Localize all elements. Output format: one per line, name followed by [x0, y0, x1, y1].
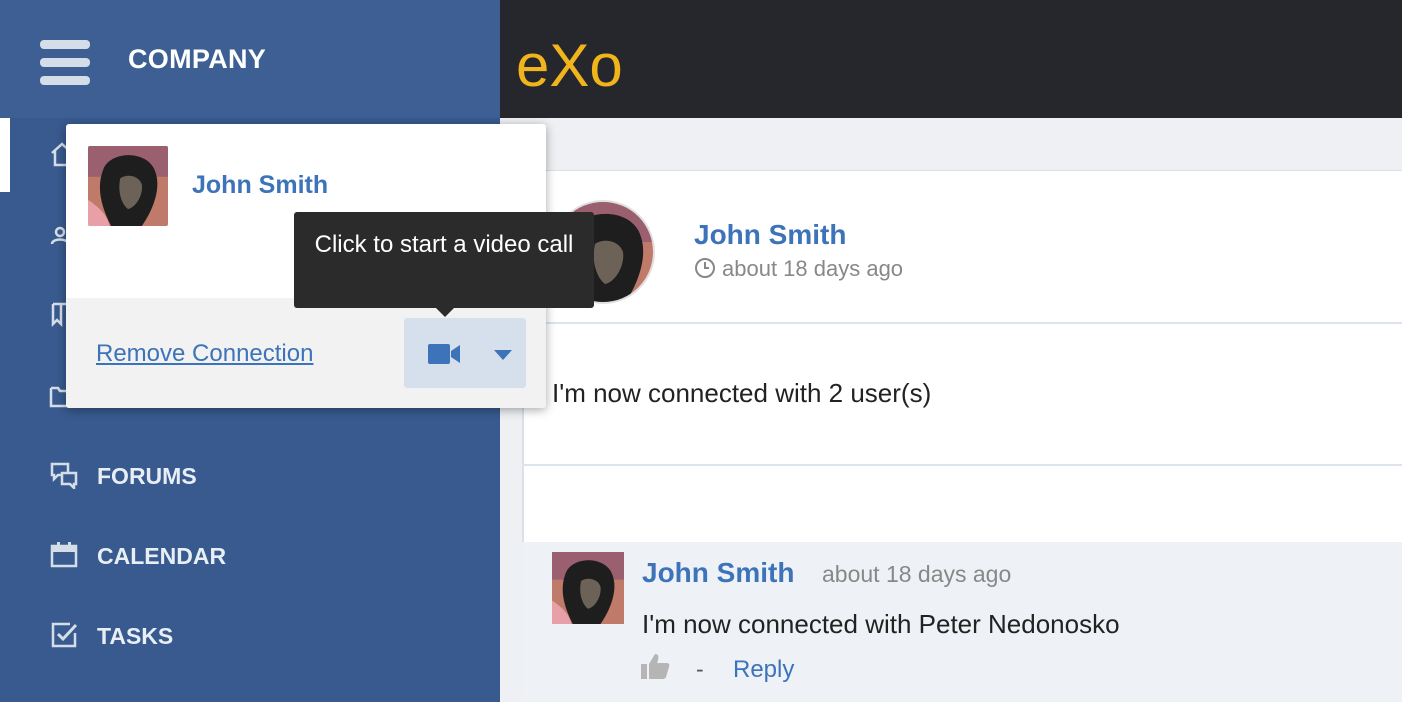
post-timestamp: about 18 days ago: [694, 256, 903, 282]
comment-separator: -: [696, 656, 704, 682]
popup-user-avatar[interactable]: [88, 146, 168, 226]
post-body: I'm now connected with 2 user(s): [552, 378, 932, 408]
sidebar-item-calendar[interactable]: CALENDAR: [0, 526, 500, 586]
logo-text: eXo: [516, 32, 623, 94]
forums-icon: [50, 462, 78, 489]
hamburger-menu-icon[interactable]: [40, 40, 90, 86]
company-title: COMPANY: [128, 44, 267, 74]
comment-author-avatar[interactable]: [552, 552, 624, 624]
comment-text: I'm now connected with Peter Nedonosko: [642, 609, 1120, 639]
comment-timestamp: about 18 days ago: [822, 561, 1012, 587]
reply-link[interactable]: Reply: [733, 656, 794, 684]
clock-icon: [695, 258, 715, 278]
post-time-text: about 18 days ago: [722, 256, 904, 281]
sidebar-item-tasks[interactable]: TASKS: [0, 606, 500, 666]
tooltip-arrow: [435, 307, 455, 317]
comment-author-name[interactable]: John Smith: [642, 557, 794, 589]
sidebar-item-label: CALENDAR: [97, 543, 227, 569]
tasks-icon: [51, 622, 78, 648]
popup-footer: Remove Connection: [66, 298, 546, 408]
divider: [522, 464, 1402, 466]
divider: [522, 322, 1402, 324]
video-call-button[interactable]: [404, 318, 526, 388]
exo-logo[interactable]: eXo: [516, 30, 646, 94]
caret-down-icon[interactable]: [494, 350, 512, 360]
video-call-tooltip: Click to start a video call: [294, 212, 594, 308]
sidebar-header: COMPANY: [0, 0, 500, 118]
sidebar-item-label: FORUMS: [97, 463, 197, 489]
like-icon[interactable]: [640, 652, 670, 680]
calendar-icon: [50, 542, 78, 568]
popup-user-name[interactable]: John Smith: [192, 171, 328, 200]
sidebar-item-forums[interactable]: FORUMS: [0, 446, 500, 506]
active-nav-indicator: [0, 118, 10, 192]
remove-connection-link[interactable]: Remove Connection: [96, 340, 313, 368]
sidebar-item-label: TASKS: [97, 623, 174, 649]
post-author-name[interactable]: John Smith: [694, 219, 846, 251]
video-camera-icon: [428, 344, 460, 364]
